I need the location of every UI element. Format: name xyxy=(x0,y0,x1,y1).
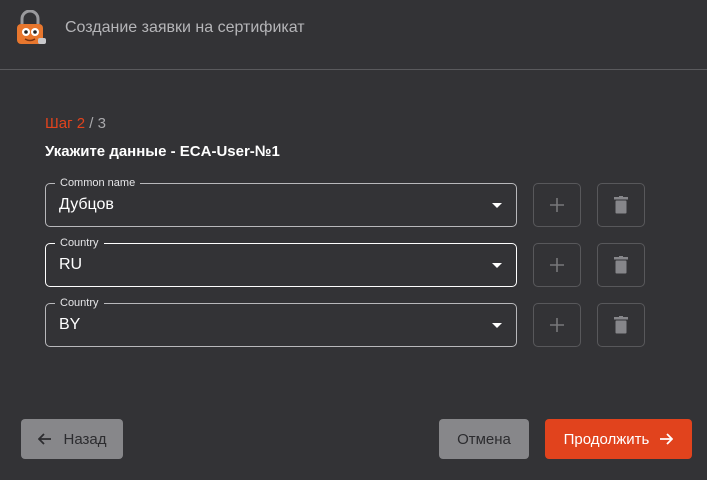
add-field-button[interactable] xyxy=(533,243,581,287)
delete-field-button[interactable] xyxy=(597,303,645,347)
arrow-right-icon xyxy=(660,433,674,445)
trash-icon xyxy=(614,196,628,214)
dropdown-caret-icon[interactable] xyxy=(492,263,502,268)
back-button[interactable]: Назад xyxy=(21,419,123,459)
title-bar: Создание заявки на сертификат xyxy=(0,0,707,70)
field-label: Country xyxy=(55,295,104,311)
field-label: Common name xyxy=(55,175,141,191)
continue-button[interactable]: Продолжить xyxy=(545,419,692,459)
cancel-button-label: Отмена xyxy=(457,430,511,448)
plus-icon xyxy=(550,198,564,212)
step-total: / 3 xyxy=(85,115,106,132)
country-select-1[interactable]: Country RU xyxy=(45,235,517,287)
common-name-select[interactable]: Common name Дубцов xyxy=(45,175,517,227)
field-value: Дубцов xyxy=(59,196,114,213)
cancel-button[interactable]: Отмена xyxy=(439,419,529,459)
add-field-button[interactable] xyxy=(533,183,581,227)
app-logo-icon xyxy=(17,10,46,44)
plus-icon xyxy=(550,318,564,332)
trash-icon xyxy=(614,316,628,334)
arrow-left-icon xyxy=(37,433,51,445)
plus-icon xyxy=(550,258,564,272)
form-subtitle: Укажите данные - ECA-User-№1 xyxy=(45,143,280,160)
delete-field-button[interactable] xyxy=(597,183,645,227)
continue-button-label: Продолжить xyxy=(563,430,650,448)
add-field-button[interactable] xyxy=(533,303,581,347)
dropdown-caret-icon[interactable] xyxy=(492,323,502,328)
step-indicator: Шаг 2 / 3 xyxy=(45,115,106,132)
dropdown-caret-icon[interactable] xyxy=(492,203,502,208)
country-select-2[interactable]: Country BY xyxy=(45,295,517,347)
window-title: Создание заявки на сертификат xyxy=(65,19,305,36)
back-button-label: Назад xyxy=(63,430,107,448)
field-value: BY xyxy=(59,316,81,333)
trash-icon xyxy=(614,256,628,274)
field-value: RU xyxy=(59,256,83,273)
delete-field-button[interactable] xyxy=(597,243,645,287)
step-current: Шаг 2 xyxy=(45,115,86,132)
field-label: Country xyxy=(55,235,104,251)
